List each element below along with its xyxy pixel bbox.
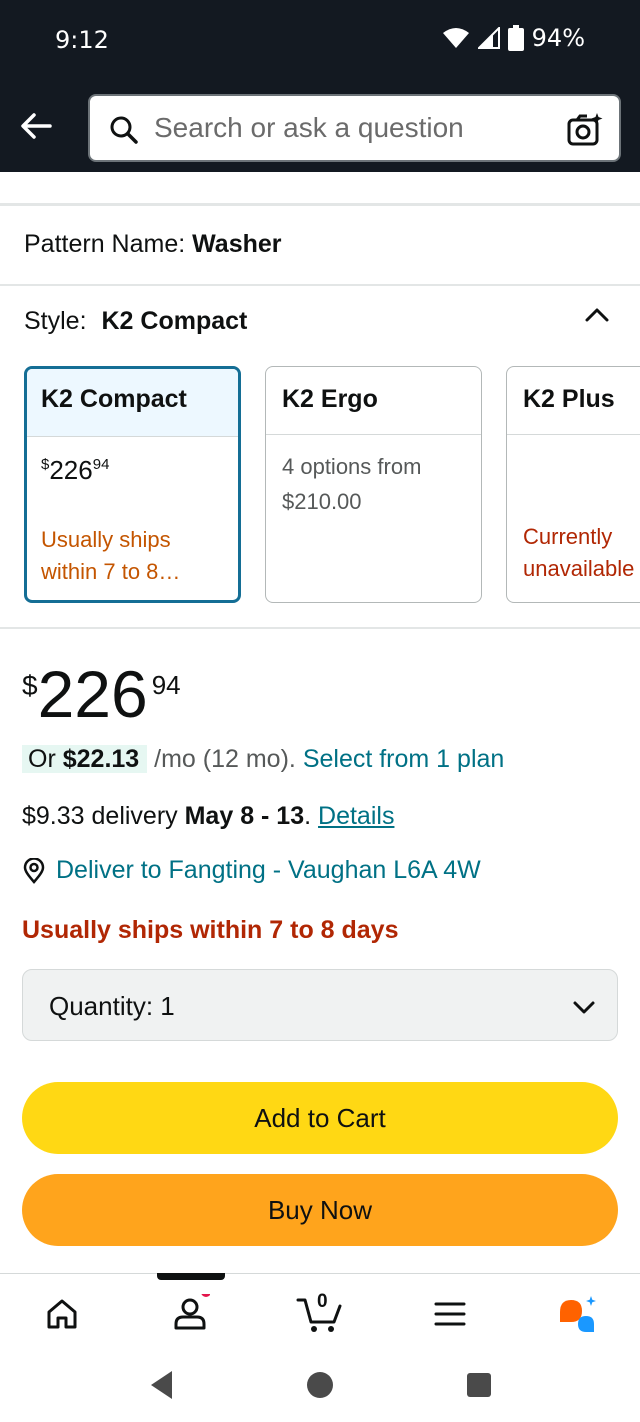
search-icon: [110, 116, 138, 144]
style-option-name: K2 Ergo: [266, 367, 481, 435]
style-option-name: K2 Compact: [27, 369, 238, 437]
wifi-icon: [442, 28, 469, 48]
style-option-k2-compact[interactable]: K2 Compact $22694 Usually ships within 7…: [24, 366, 241, 603]
camera-search-icon[interactable]: [565, 110, 605, 150]
pattern-value: Washer: [192, 230, 282, 258]
rufus-assistant-icon[interactable]: [556, 1294, 596, 1334]
delivery-dates: May 8 - 13: [184, 802, 305, 830]
quantity-label: Quantity: 1: [49, 991, 175, 1021]
divider: [0, 627, 640, 629]
divider: [0, 203, 640, 206]
select-plan-link[interactable]: Select from 1 plan: [303, 745, 505, 773]
back-arrow-icon[interactable]: [16, 106, 56, 146]
installment-amount-badge: Or $22.13: [22, 745, 148, 773]
cart-button[interactable]: 0: [296, 1291, 346, 1334]
battery-icon: [507, 25, 524, 51]
search-input[interactable]: Search or ask a question: [154, 112, 464, 144]
home-icon[interactable]: [42, 1294, 82, 1334]
pattern-name-row: Pattern Name: Washer: [24, 230, 282, 259]
divider: [0, 284, 640, 286]
chevron-down-icon: [573, 1001, 595, 1014]
price-fraction: 94: [151, 670, 181, 700]
price-display: $ 226 94: [22, 658, 181, 730]
notification-dot: [201, 1294, 210, 1297]
system-back-icon[interactable]: [148, 1369, 174, 1401]
delivery-details-link[interactable]: Details: [318, 802, 394, 830]
system-home-icon[interactable]: [305, 1369, 335, 1401]
account-icon[interactable]: [170, 1294, 210, 1334]
deliver-to-text: Deliver to Fangting - Vaughan L6A 4W: [56, 856, 481, 884]
style-value: K2 Compact: [101, 307, 248, 335]
pattern-label: Pattern Name:: [24, 230, 186, 258]
style-option-price: $22694: [41, 455, 110, 485]
installment-row: Or $22.13 /mo (12 mo). Select from 1 pla…: [22, 745, 504, 774]
style-row: Style: K2 Compact: [24, 307, 247, 336]
price-currency: $: [22, 670, 38, 701]
quantity-dropdown[interactable]: Quantity: 1: [22, 969, 618, 1041]
price-whole: 226: [37, 657, 148, 731]
search-bar[interactable]: Search or ask a question: [88, 94, 621, 162]
active-tab-indicator: [157, 1273, 225, 1280]
deliver-to-link[interactable]: Deliver to Fangting - Vaughan L6A 4W: [22, 856, 481, 885]
system-recents-icon[interactable]: [466, 1369, 492, 1401]
system-navigation: [0, 1353, 640, 1422]
style-option-k2-plus[interactable]: K2 Plus Currently unavailable: [506, 366, 640, 603]
cart-count: 0: [317, 1291, 328, 1312]
style-option-options-text: 4 options from $210.00: [282, 454, 422, 514]
delivery-cost: $9.33 delivery: [22, 802, 178, 830]
chevron-up-icon[interactable]: [582, 300, 612, 330]
status-time: 9:12: [55, 26, 109, 54]
quantity-value: 1: [160, 991, 175, 1021]
add-to-cart-button[interactable]: Add to Cart: [22, 1082, 618, 1154]
installment-term: /mo (12 mo).: [154, 745, 296, 773]
status-indicators: 94%: [442, 24, 585, 52]
battery-percent: 94%: [531, 24, 585, 52]
style-option-availability: Currently unavailable: [523, 524, 635, 581]
top-header: 9:12 94% Search or ask a question: [0, 0, 640, 172]
buy-now-button[interactable]: Buy Now: [22, 1174, 618, 1246]
location-pin-icon: [23, 857, 45, 884]
delivery-row: $9.33 delivery May 8 - 13. Details: [22, 802, 395, 830]
bottom-navigation: 0: [0, 1273, 640, 1353]
style-option-availability: Usually ships within 7 to 8…: [41, 527, 181, 584]
shipping-notice: Usually ships within 7 to 8 days: [22, 916, 399, 944]
style-option-name: K2 Plus: [507, 367, 640, 435]
menu-icon[interactable]: [430, 1294, 470, 1334]
style-label: Style:: [24, 307, 87, 335]
style-option-k2-ergo[interactable]: K2 Ergo 4 options from $210.00: [265, 366, 482, 603]
signal-icon: [477, 27, 500, 49]
